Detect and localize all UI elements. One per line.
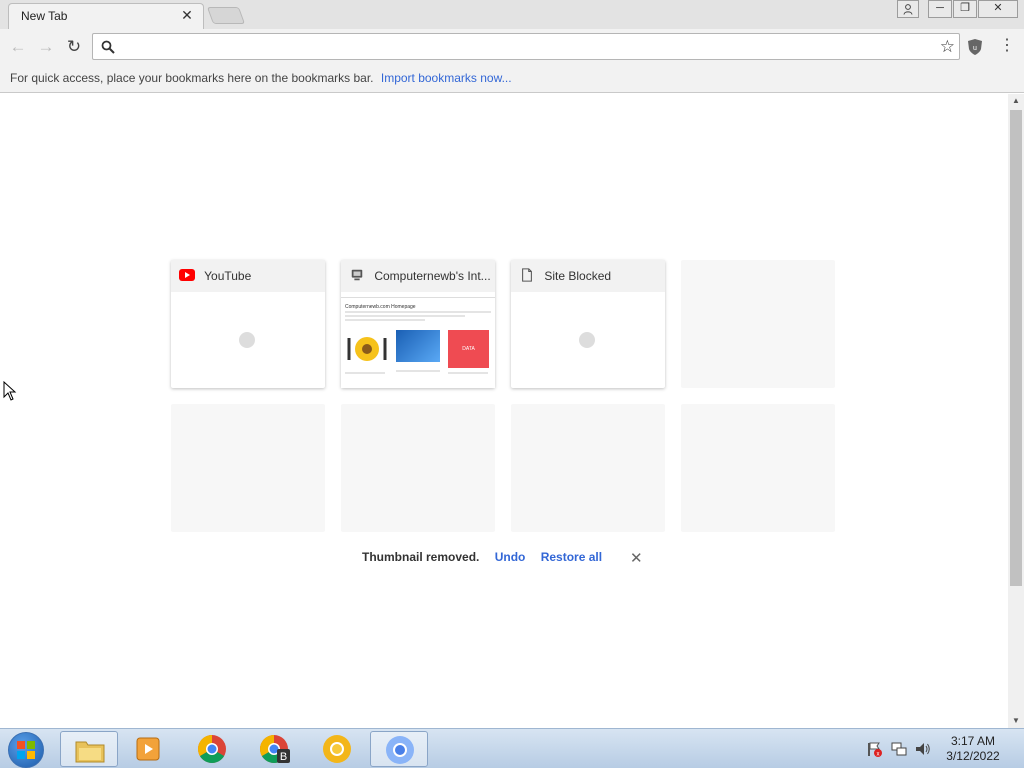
ublock-shield-icon[interactable]: u [967,38,983,56]
notice-close-icon[interactable]: ✕ [630,549,643,567]
close-window-button[interactable]: ✕ [978,0,1018,18]
search-icon [101,40,115,54]
thumb-text-line [345,311,491,313]
start-button[interactable] [8,732,44,768]
svg-text:u: u [973,45,977,52]
forward-button[interactable]: → [36,37,56,57]
tile-empty [511,404,665,532]
tile-title: YouTube [204,269,252,283]
thumb-text-line [448,372,488,374]
system-clock[interactable]: 3:17 AM 3/12/2022 [942,734,1004,764]
tile-empty [681,260,835,388]
thumb-text-line [345,372,385,374]
tile-header: Site Blocked [511,260,665,292]
menu-icon[interactable]: ⋮ [999,36,1015,56]
clock-date: 3/12/2022 [946,749,1000,763]
youtube-icon [179,269,195,281]
loading-dot [239,332,255,348]
bookmarks-bar: For quick access, place your bookmarks h… [0,65,1024,93]
bookmarks-message: For quick access, place your bookmarks h… [10,71,374,85]
taskbar-chrome[interactable] [183,731,241,767]
sunflower-image [347,337,387,361]
tab-new-tab[interactable]: New Tab ✕ [8,3,204,29]
volume-icon[interactable] [915,741,931,757]
restore-all-link[interactable]: Restore all [541,550,602,564]
omnibox[interactable]: ☆ [92,33,960,60]
import-bookmarks-link[interactable]: Import bookmarks now... [381,71,512,85]
scroll-down-arrow-icon[interactable]: ▼ [1008,714,1024,728]
page-icon [522,268,532,282]
maximize-button[interactable]: ❐ [953,0,977,18]
chrome-beta-icon: B [260,735,290,763]
tile-title: Computernewb's Int... [374,269,491,283]
taskbar-explorer[interactable] [60,731,118,767]
taskbar-chrome-beta[interactable]: B [246,731,304,767]
tab-strip: New Tab ✕ ─ ❐ ✕ [0,0,1024,29]
tile-empty [341,404,495,532]
beta-badge: B [280,751,287,763]
minimize-button[interactable]: ─ [928,0,952,18]
scroll-up-arrow-icon[interactable]: ▲ [1008,94,1024,108]
windows-image [396,330,440,362]
folder-icon [75,741,105,763]
chromium-icon [386,736,414,764]
data-image: DATA [448,330,489,368]
thumb-text-line [345,315,465,317]
thumb-navbar [341,292,495,298]
vertical-scrollbar[interactable]: ▲ ▼ [1008,94,1024,728]
tile-header: Computernewb's Int... [341,260,495,292]
thumbnail-removed-notice: Thumbnail removed. Undo Restore all [362,550,602,564]
tile-youtube[interactable]: YouTube [171,260,325,388]
scroll-thumb[interactable] [1010,110,1022,586]
undo-link[interactable]: Undo [495,550,526,564]
profile-button[interactable] [897,0,919,18]
thumb-text-line [396,370,440,372]
tile-empty [171,404,325,532]
taskbar-media-player[interactable] [120,731,178,767]
address-input[interactable] [121,37,921,56]
taskbar-chromium[interactable] [370,731,428,767]
page-thumbnail: Computernewb.com Homepage DATA [341,292,495,388]
taskbar: B x 3:17 AM 3/12/2022 [0,728,1024,768]
action-center-flag-icon[interactable]: x [866,741,882,757]
back-button[interactable]: ← [8,37,28,57]
loading-dot [579,332,595,348]
reload-button[interactable]: ↻ [64,37,84,57]
tile-title: Site Blocked [544,269,612,283]
thumb-text-line [345,319,425,321]
new-tab-button[interactable] [206,7,246,24]
tile-computernewb[interactable]: Computernewb's Int... Computernewb.com H… [341,260,495,388]
tile-empty [681,404,835,532]
clock-time: 3:17 AM [950,734,996,748]
chrome-icon [198,735,226,763]
new-tab-page: YouTube Computernewb's Int... Computerne… [0,94,1008,728]
bookmark-star-icon[interactable]: ☆ [940,37,955,56]
toolbar: ← → ↻ ☆ u ⋮ [0,29,1024,65]
tile-site-blocked[interactable]: Site Blocked [511,260,665,388]
media-player-icon [136,737,160,761]
svg-text:x: x [877,752,880,758]
taskbar-chrome-canary[interactable] [308,731,366,767]
tab-close-icon[interactable]: ✕ [179,7,195,24]
tile-header: YouTube [171,260,325,292]
person-icon [903,4,913,15]
computernewb-icon [351,269,363,281]
thumb-heading: Computernewb.com Homepage [345,304,416,310]
tab-title: New Tab [21,9,68,23]
chrome-canary-icon [323,735,351,763]
windows-logo-icon [17,741,35,759]
network-icon[interactable] [891,741,907,757]
notice-message: Thumbnail removed. [362,550,480,564]
mouse-cursor-icon [3,381,17,401]
